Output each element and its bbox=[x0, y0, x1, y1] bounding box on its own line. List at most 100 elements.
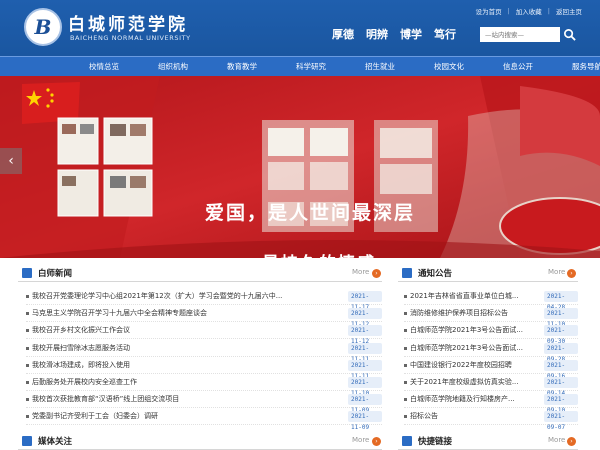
chevron-right-icon[interactable]: › bbox=[372, 269, 381, 278]
nav-item-research[interactable]: 科学研究 bbox=[296, 57, 326, 77]
list-item[interactable]: 马克思主义学院召开学习十九届六中全会精神专题座谈会 2021-11-12 bbox=[26, 305, 382, 328]
top-links: 设为首页 | 加入收藏 | 返回主页 bbox=[476, 6, 582, 16]
notice-panel-header: 通知公告 More › bbox=[398, 264, 578, 282]
list-item[interactable]: 关于2021年度校级虚拟仿真实验... 2021-09-14 bbox=[404, 374, 578, 397]
media-more-link[interactable]: More bbox=[352, 436, 369, 444]
chevron-right-icon[interactable]: › bbox=[372, 437, 381, 446]
list-item-title[interactable]: 中国建设银行2022年度校园招聘 bbox=[410, 360, 540, 370]
notice-panel-title: 通知公告 bbox=[418, 269, 453, 279]
banner-slogan-line1: 爱国，是人世间最深层 bbox=[205, 202, 416, 224]
link-icon bbox=[402, 436, 412, 446]
media-panel-title: 媒体关注 bbox=[38, 437, 73, 447]
list-item[interactable]: 我校召开乡村文化振兴工作会议 2021-11-12 bbox=[26, 322, 382, 345]
list-item-date: 2021-09-10 bbox=[544, 394, 578, 414]
bullet-icon bbox=[404, 346, 407, 350]
list-item[interactable]: 招标公告 2021-09-07 bbox=[404, 408, 578, 431]
bullet-icon bbox=[404, 415, 407, 419]
list-item-date: 2021-11-11 bbox=[348, 342, 382, 363]
bullet-icon bbox=[26, 329, 29, 333]
motto-word: 明辨 bbox=[366, 28, 388, 41]
news-panel-title: 白师新闻 bbox=[38, 269, 73, 279]
list-item-date: 2021-09-14 bbox=[544, 377, 578, 397]
list-item[interactable]: 消防维修维护保养项目招标公告 2021-11-10 bbox=[404, 305, 578, 328]
school-logo[interactable]: B bbox=[24, 8, 62, 46]
school-motto: 厚德 明辨 博学 笃行 bbox=[332, 26, 456, 42]
list-item-date: 2021-09-28 bbox=[544, 342, 578, 363]
chevron-right-icon[interactable]: › bbox=[567, 437, 576, 446]
list-item[interactable]: 我校滑冰场建成，即将投入使用 2021-11-11 bbox=[26, 357, 382, 380]
list-item[interactable]: 我校首次获批教育部“汉语桥”线上团组交流项目 2021-11-09 bbox=[26, 391, 382, 414]
search-icon[interactable] bbox=[563, 28, 576, 41]
bullet-icon bbox=[404, 381, 407, 384]
list-item-title[interactable]: 白城师范学院2021年3号公告面试... bbox=[410, 325, 540, 335]
bullet-icon bbox=[26, 398, 29, 402]
nav-item-teaching[interactable]: 教育教学 bbox=[227, 57, 257, 77]
links-panel-title: 快捷链接 bbox=[418, 437, 453, 447]
list-item-title[interactable]: 我校首次获批教育部“汉语桥”线上团组交流项目 bbox=[32, 394, 344, 404]
list-item-date: 2021-11-10 bbox=[544, 308, 578, 328]
list-item-title[interactable]: 后勤服务处开展校内安全巡查工作 bbox=[32, 377, 344, 387]
notice-more-link[interactable]: More bbox=[548, 268, 565, 276]
list-item-date: 2021-04-28 bbox=[544, 291, 578, 311]
list-item-title[interactable]: 党委副书记齐受利于工会（妇委会）调研 bbox=[32, 411, 344, 421]
news-more-link[interactable]: More bbox=[352, 268, 369, 276]
list-item-title[interactable]: 我校开展扫雪除冰志愿服务活动 bbox=[32, 343, 344, 353]
search-input[interactable] bbox=[480, 27, 560, 42]
bullet-icon bbox=[26, 415, 29, 419]
list-item-date: 2021-11-12 bbox=[348, 325, 382, 345]
list-item-title[interactable]: 消防维修维护保养项目招标公告 bbox=[410, 308, 540, 318]
list-item-title[interactable]: 我校召开乡村文化振兴工作会议 bbox=[32, 325, 344, 335]
nav-item-info-disclosure[interactable]: 信息公开 bbox=[503, 57, 533, 77]
list-item-title[interactable]: 关于2021年度校级虚拟仿真实验... bbox=[410, 377, 540, 387]
list-item-date: 2021-09-16 bbox=[544, 359, 578, 380]
motto-word: 笃行 bbox=[434, 28, 456, 41]
return-home-link[interactable]: 返回主页 bbox=[556, 6, 582, 16]
list-item-title[interactable]: 马克思主义学院召开学习十九届六中全会精神专题座谈会 bbox=[32, 308, 344, 318]
list-item-date: 2021-11-11 bbox=[348, 359, 382, 380]
chevron-right-icon[interactable]: › bbox=[567, 269, 576, 278]
nav-item-overview[interactable]: 校情总览 bbox=[89, 57, 119, 77]
nav-item-organization[interactable]: 组织机构 bbox=[158, 57, 188, 77]
school-name-en: BAICHENG NORMAL UNIVERSITY bbox=[70, 34, 191, 42]
news-icon bbox=[22, 268, 32, 278]
links-more-link[interactable]: More bbox=[548, 436, 565, 444]
nav-item-admissions[interactable]: 招生就业 bbox=[365, 57, 395, 77]
list-item[interactable]: 党委副书记齐受利于工会（妇委会）调研 2021-11-09 bbox=[26, 408, 382, 431]
list-item[interactable]: 白城师范学院2021年3号公告面试... 2021-09-30 bbox=[404, 322, 578, 345]
list-item-date: 2021-11-17 bbox=[348, 291, 382, 311]
list-item-title[interactable]: 白城师范学院地籍及行知楼房产... bbox=[410, 394, 540, 404]
bullet-icon bbox=[26, 363, 29, 367]
bullet-icon bbox=[404, 295, 407, 298]
list-item-date: 2021-11-09 bbox=[348, 394, 382, 414]
list-item-title[interactable]: 我校召开党委理论学习中心组2021年第12次（扩大）学习会暨党的十九届六中... bbox=[32, 291, 344, 301]
divider: | bbox=[507, 7, 510, 15]
list-item-title[interactable]: 招标公告 bbox=[410, 411, 540, 421]
banner-prev-arrow[interactable]: ‹ bbox=[0, 148, 22, 174]
nav-item-campus-culture[interactable]: 校园文化 bbox=[434, 57, 464, 77]
add-favorite-link[interactable]: 加入收藏 bbox=[516, 6, 542, 16]
notice-icon bbox=[402, 268, 412, 278]
divider: | bbox=[547, 7, 550, 15]
main-nav: 校情总览 组织机构 教育教学 科学研究 招生就业 校园文化 信息公开 服务导航 bbox=[0, 56, 600, 76]
list-item-title[interactable]: 白城师范学院2021年3号公告面试... bbox=[410, 343, 540, 353]
list-item[interactable]: 我校召开党委理论学习中心组2021年第12次（扩大）学习会暨党的十九届六中...… bbox=[26, 288, 382, 311]
bullet-icon bbox=[26, 346, 29, 350]
list-item[interactable]: 我校开展扫雪除冰志愿服务活动 2021-11-11 bbox=[26, 340, 382, 363]
list-item[interactable]: 2021年吉林省省直事业单位白城... 2021-04-28 bbox=[404, 288, 578, 311]
banner-background bbox=[0, 76, 600, 258]
bullet-icon bbox=[404, 398, 407, 402]
bullet-icon bbox=[404, 312, 407, 316]
list-item[interactable]: 后勤服务处开展校内安全巡查工作 2021-11-10 bbox=[26, 374, 382, 397]
list-item[interactable]: 白城师范学院地籍及行知楼房产... 2021-09-10 bbox=[404, 391, 578, 414]
set-homepage-link[interactable]: 设为首页 bbox=[476, 6, 502, 16]
nav-item-service[interactable]: 服务导航 bbox=[572, 57, 600, 77]
banner-slogan-line2: 最持久的情感 bbox=[262, 249, 376, 258]
list-item-title[interactable]: 我校滑冰场建成，即将投入使用 bbox=[32, 360, 344, 370]
school-name-cn[interactable]: 白城师范学院 bbox=[68, 10, 188, 35]
list-item-date: 2021-09-07 bbox=[544, 411, 578, 431]
list-item[interactable]: 白城师范学院2021年3号公告面试... 2021-09-28 bbox=[404, 340, 578, 363]
hero-banner[interactable]: 爱国，是人世间最深层 最持久的情感 bbox=[0, 76, 600, 258]
list-item[interactable]: 中国建设银行2022年度校园招聘 2021-09-16 bbox=[404, 357, 578, 380]
list-item-title[interactable]: 2021年吉林省省直事业单位白城... bbox=[410, 291, 540, 301]
motto-word: 博学 bbox=[400, 28, 422, 41]
